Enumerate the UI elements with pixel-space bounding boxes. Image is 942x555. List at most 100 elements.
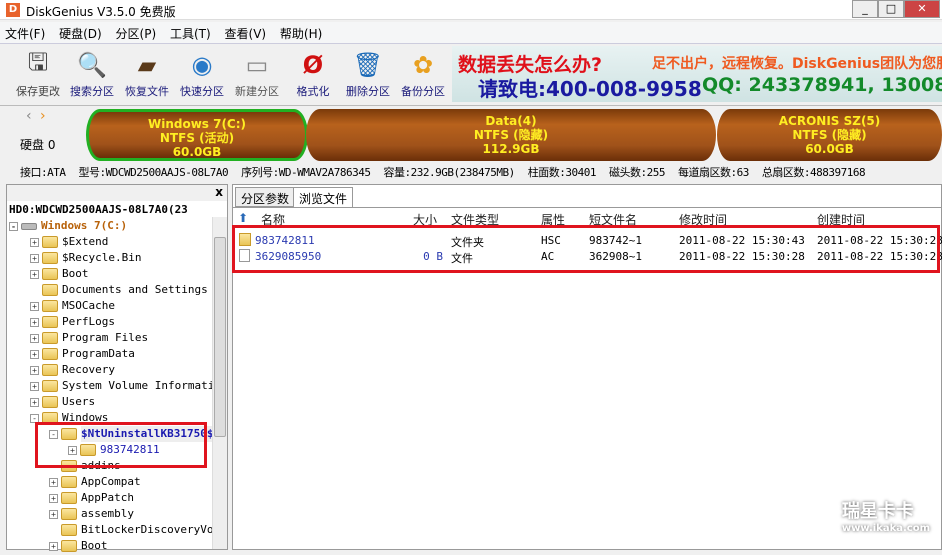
tree-node[interactable]: + PerfLogs [30, 314, 115, 330]
folder-icon [42, 268, 58, 280]
tree-label: Boot [62, 267, 89, 280]
tree-node[interactable]: + ProgramData [30, 346, 135, 362]
expand-toggle[interactable]: + [30, 333, 39, 343]
tree-label: Users [62, 395, 96, 408]
tree-root-disk[interactable]: HD0:WDCWD2500AAJS-08L7A0(23 [9, 202, 188, 218]
partition-acronis[interactable]: ACRONIS SZ(5) NTFS (隐藏) 60.0GB [716, 109, 942, 161]
expand-toggle[interactable]: + [30, 349, 39, 359]
folder-icon [42, 348, 58, 360]
prev-disk-icon[interactable]: ‹ [26, 108, 32, 124]
ad-banner[interactable]: 数据丢失怎么办? 足不出户，远程恢复。DiskGenius团队为您服务 请致电:… [452, 46, 942, 102]
maximize-button[interactable]: □ [878, 0, 904, 18]
menu-partition[interactable]: 分区(P) [111, 22, 162, 45]
disk-map: ‹ › 硬盘 0 Windows 7(C:) NTFS (活动) 60.0GB Da… [0, 105, 942, 162]
partition-size: 60.0GB [172, 145, 222, 159]
tree-node[interactable]: + $Extend [30, 234, 108, 250]
expand-toggle[interactable]: - [9, 221, 18, 231]
minimize-button[interactable]: _ [852, 0, 878, 18]
tree-node[interactable]: + Recovery [30, 362, 115, 378]
tree-node[interactable]: + AppCompat [49, 474, 141, 490]
expand-toggle[interactable]: + [30, 317, 39, 327]
expand-toggle[interactable]: + [49, 541, 58, 551]
tree-label: $Recycle.Bin [62, 251, 142, 264]
new-partition-button[interactable]: ▭ 新建分区 [231, 49, 283, 99]
info-serial: 序列号:WD-WMAV2A786345 [241, 166, 371, 179]
expand-toggle[interactable]: + [30, 237, 39, 247]
tree-node[interactable]: + MSOCache [30, 298, 115, 314]
folder-icon [61, 492, 77, 504]
menu-disk[interactable]: 硬盘(D) [54, 22, 107, 45]
close-button[interactable]: ✕ [904, 0, 940, 18]
folder-icon [42, 380, 58, 392]
folder-icon [42, 332, 58, 344]
folder-icon [42, 300, 58, 312]
expand-toggle[interactable]: + [30, 301, 39, 311]
quick-partition-button[interactable]: ◉ 快速分区 [176, 49, 228, 99]
menu-file[interactable]: 文件(F) [0, 22, 50, 45]
tree-label: AppPatch [81, 491, 134, 504]
tree-label: Boot [81, 539, 108, 552]
watermark: 瑞星卡卡 www.ikaka.com [842, 497, 930, 534]
recover-icon: ▰ [137, 51, 157, 79]
info-sectors-per-track: 每道扇区数:63 [678, 166, 749, 179]
watermark-url: www.ikaka.com [841, 523, 930, 534]
delete-partition-button[interactable]: 🗑 删除分区 [342, 49, 394, 99]
save-changes-button[interactable]: 🖫 保存更改 [12, 47, 64, 99]
partition-fs: NTFS (隐藏) [473, 128, 549, 142]
tree-node[interactable]: Documents and Settings [30, 282, 208, 298]
tree-node[interactable]: BitLockerDiscoveryVolu [49, 522, 213, 538]
ad-qq: QQ: 243378941, 130089958 [702, 74, 942, 96]
info-heads: 磁头数:255 [609, 166, 666, 179]
tree-connector [49, 526, 58, 535]
backup-partition-button[interactable]: ✿ 备份分区 [397, 49, 449, 99]
expand-toggle[interactable]: + [30, 253, 39, 263]
expand-toggle[interactable]: + [49, 493, 58, 503]
folder-icon [42, 236, 58, 248]
tab-browse-files[interactable]: 浏览文件 [293, 187, 354, 207]
format-button[interactable]: Ø 格式化 [287, 49, 339, 99]
tree-connector [30, 286, 39, 295]
scrollbar-thumb[interactable] [214, 237, 226, 437]
tree-label: System Volume Information [62, 379, 213, 392]
tree-node[interactable]: + assembly [49, 506, 134, 522]
expand-toggle[interactable]: + [49, 509, 58, 519]
tree-scrollbar[interactable] [212, 217, 227, 549]
partition-data[interactable]: Data(4) NTFS (隐藏) 112.9GB [306, 109, 716, 161]
save-icon: 🖫 [27, 47, 49, 76]
next-disk-icon[interactable]: › [40, 108, 46, 124]
app-icon: D [6, 3, 20, 17]
partition-c[interactable]: Windows 7(C:) NTFS (活动) 60.0GB [86, 109, 308, 161]
partition-size: 112.9GB [482, 142, 540, 156]
folder-icon [42, 364, 58, 376]
sort-up-icon[interactable]: ⬆ [238, 211, 248, 225]
expand-toggle[interactable]: + [30, 365, 39, 375]
expand-toggle[interactable]: + [30, 397, 39, 407]
ad-subline: 足不出户，远程恢复。DiskGenius团队为您服务 [652, 56, 942, 72]
tab-partition-params[interactable]: 分区参数 [235, 187, 296, 207]
menu-help[interactable]: 帮助(H) [275, 22, 327, 45]
new-partition-icon: ▭ [245, 51, 269, 79]
tree-node[interactable]: + AppPatch [49, 490, 134, 506]
menu-bar: 文件(F) 硬盘(D) 分区(P) 工具(T) 查看(V) 帮助(H) [0, 22, 942, 44]
tree-node[interactable]: + $Recycle.Bin [30, 250, 141, 266]
expand-toggle[interactable]: + [30, 269, 39, 279]
folder-icon [61, 540, 77, 552]
tree-node[interactable]: + Program Files [30, 330, 148, 346]
info-model: 型号:WDCWD2500AAJS-08L7A0 [78, 166, 229, 179]
tree-node[interactable]: + Users [30, 394, 95, 410]
ad-phone: 请致电:400-008-9958 [478, 77, 702, 101]
tree-node[interactable]: - Windows 7(C:) [9, 218, 127, 234]
menu-tools[interactable]: 工具(T) [165, 22, 216, 45]
tree-node[interactable]: + Boot [30, 266, 89, 282]
folder-icon [61, 476, 77, 488]
recover-files-button[interactable]: ▰ 恢复文件 [121, 49, 173, 99]
tree-node[interactable]: + Boot [49, 538, 108, 554]
expand-toggle[interactable]: + [49, 477, 58, 487]
search-partition-button[interactable]: 🔍 搜索分区 [66, 49, 118, 99]
folder-icon [42, 252, 58, 264]
close-panel-icon[interactable]: x [215, 185, 223, 199]
menu-view[interactable]: 查看(V) [220, 22, 272, 45]
search-icon: 🔍 [77, 51, 107, 79]
tree-node[interactable]: + System Volume Information [30, 378, 213, 394]
expand-toggle[interactable]: + [30, 381, 39, 391]
